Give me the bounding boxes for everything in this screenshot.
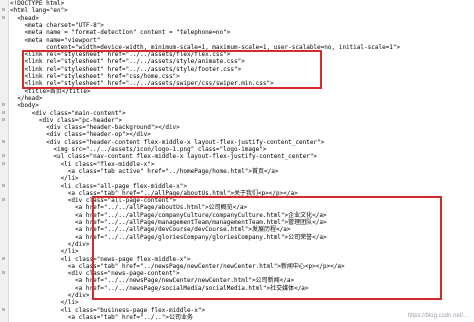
fold-toggle-icon[interactable]: ⊟ (1, 117, 6, 123)
fold-toggle-icon[interactable]: ⊟ (1, 198, 6, 203)
fold-toggle-icon[interactable]: ⊟ (1, 8, 6, 13)
fold-toggle-icon[interactable]: ⊟ (1, 154, 6, 159)
fold-toggle-icon[interactable]: ⊟ (1, 15, 6, 21)
fold-toggle-icon[interactable]: ⊟ (1, 183, 6, 189)
highlight-box-dropdown-menus (92, 196, 442, 301)
fold-toggle-icon[interactable]: ⊟ (1, 256, 6, 262)
code-line[interactable]: <a class="tab" href="../..">公司业务 (10, 314, 193, 322)
fold-toggle-icon[interactable]: ⊟ (1, 110, 6, 116)
fold-toggle-icon[interactable]: ⊟ (1, 161, 6, 167)
fold-toggle-icon[interactable]: ⊟ (1, 307, 6, 313)
code-editor[interactable]: <!DOCTYPE html> <html lang="en"> <head> <… (10, 0, 472, 322)
editor-gutter: ⊟ ⊟ ⊟ ⊟ ⊟ ⊟ ⊟ ⊟ ⊟ ⊟ ⊟ ⊟ ⊟ (0, 0, 9, 322)
fold-toggle-icon[interactable]: ⊟ (1, 271, 6, 276)
watermark: https://blog.csdn.net/... (407, 313, 468, 319)
highlight-box-stylesheet-links (22, 50, 322, 89)
fold-toggle-icon[interactable]: ⊟ (1, 139, 6, 145)
fold-toggle-icon[interactable]: ⊟ (1, 103, 6, 108)
